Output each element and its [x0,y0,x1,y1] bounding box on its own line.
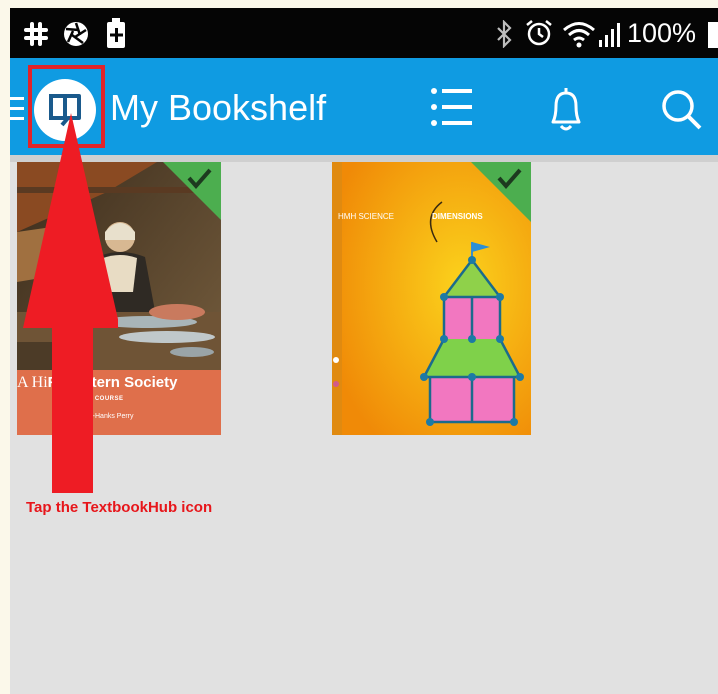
search-icon[interactable] [660,88,704,132]
battery-percentage: 100% [626,18,696,48]
battery-icon [708,22,718,48]
slack-icon [24,22,48,46]
wifi-icon [563,22,595,48]
book-hmh-science-dimensions[interactable]: HMH SCIENCE DIMENSIONS [332,162,531,435]
phone-screen: 100% My Bookshelf A HiF Western Society … [10,8,718,694]
book-brand: HMH SCIENCE [338,212,395,221]
signal-icon [599,23,620,47]
bluetooth-icon [497,20,512,48]
annotation-arrow-up-icon [23,113,118,493]
downloaded-check-icon [163,162,221,220]
alarm-icon [526,20,552,46]
status-bar: 100% [10,8,718,58]
battery-saver-icon [107,18,125,48]
instruction-text: Tap the TextbookHub icon [26,499,213,516]
bell-icon[interactable] [544,84,588,134]
downloaded-check-icon [471,162,531,222]
list-icon[interactable] [430,86,474,128]
page-title: My Bookshelf [110,87,327,128]
aperture-icon [64,22,88,46]
